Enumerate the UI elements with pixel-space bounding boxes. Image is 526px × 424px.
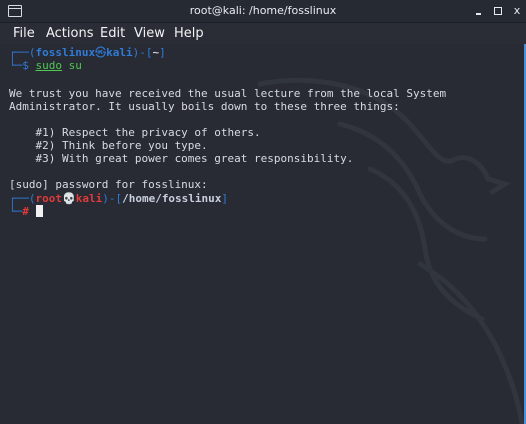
root-prompt-dir: /home/fosslinux: [122, 192, 222, 205]
root-prompt-close: )-[: [102, 192, 123, 205]
prompt-close: )-[: [132, 46, 153, 59]
prompt-at: ㉿: [95, 46, 107, 59]
lecture-rule-3: #3) With great power comes great respons…: [9, 152, 354, 165]
prompt-line-root: ┌──(root💀kali)-[/home/fosslinux]: [9, 192, 228, 205]
command-args: su: [62, 59, 82, 72]
root-prompt-host: kali: [75, 192, 103, 205]
prompt-lead: └─$: [9, 59, 36, 72]
terminal-output[interactable]: ┌──(fosslinux㉿kali)-[~] └─$ sudo su We t…: [0, 44, 526, 424]
close-button[interactable]: x: [510, 4, 524, 18]
menu-view[interactable]: View: [134, 26, 165, 41]
title-bar[interactable]: root@kali: /home/fosslinux x: [0, 0, 526, 23]
command-line-user: └─$ sudo su: [9, 59, 82, 72]
prompt-line-user: ┌──(fosslinux㉿kali)-[~]: [9, 46, 166, 59]
skull-icon: 💀: [62, 192, 76, 205]
menu-file[interactable]: File: [13, 26, 35, 41]
root-prompt-lead: └─: [9, 205, 23, 218]
root-prompt-symbol: #: [22, 205, 29, 218]
menu-help[interactable]: Help: [174, 26, 204, 41]
root-prompt-open: ┌──(: [9, 192, 36, 205]
lecture-line-2: Administrator. It usually boils down to …: [9, 100, 400, 113]
password-prompt: [sudo] password for fosslinux:: [9, 178, 208, 191]
window-title: root@kali: /home/fosslinux: [189, 4, 337, 17]
minimize-button[interactable]: [472, 4, 486, 18]
root-prompt-end: ]: [221, 192, 229, 205]
command-line-root: └─#: [9, 205, 43, 218]
maximize-button[interactable]: [491, 4, 505, 18]
menu-bar: File Actions Edit View Help: [0, 23, 526, 44]
prompt-host: kali: [106, 46, 133, 59]
prompt-user: fosslinux: [35, 46, 96, 59]
menu-edit[interactable]: Edit: [100, 26, 125, 41]
text-cursor[interactable]: [35, 205, 43, 217]
terminal-window: root@kali: /home/fosslinux x File Action…: [0, 0, 526, 424]
command-name: sudo: [35, 59, 63, 72]
lecture-rule-2: #2) Think before you type.: [9, 139, 208, 152]
prompt-open: ┌──(: [9, 46, 36, 59]
menu-actions[interactable]: Actions: [46, 26, 94, 41]
root-prompt-user: root: [35, 192, 63, 205]
lecture-rule-1: #1) Respect the privacy of others.: [9, 126, 261, 139]
kali-dragon-watermark: [257, 77, 525, 424]
prompt-end: ]: [159, 46, 166, 59]
lecture-line-1: We trust you have received the usual lec…: [9, 87, 447, 100]
